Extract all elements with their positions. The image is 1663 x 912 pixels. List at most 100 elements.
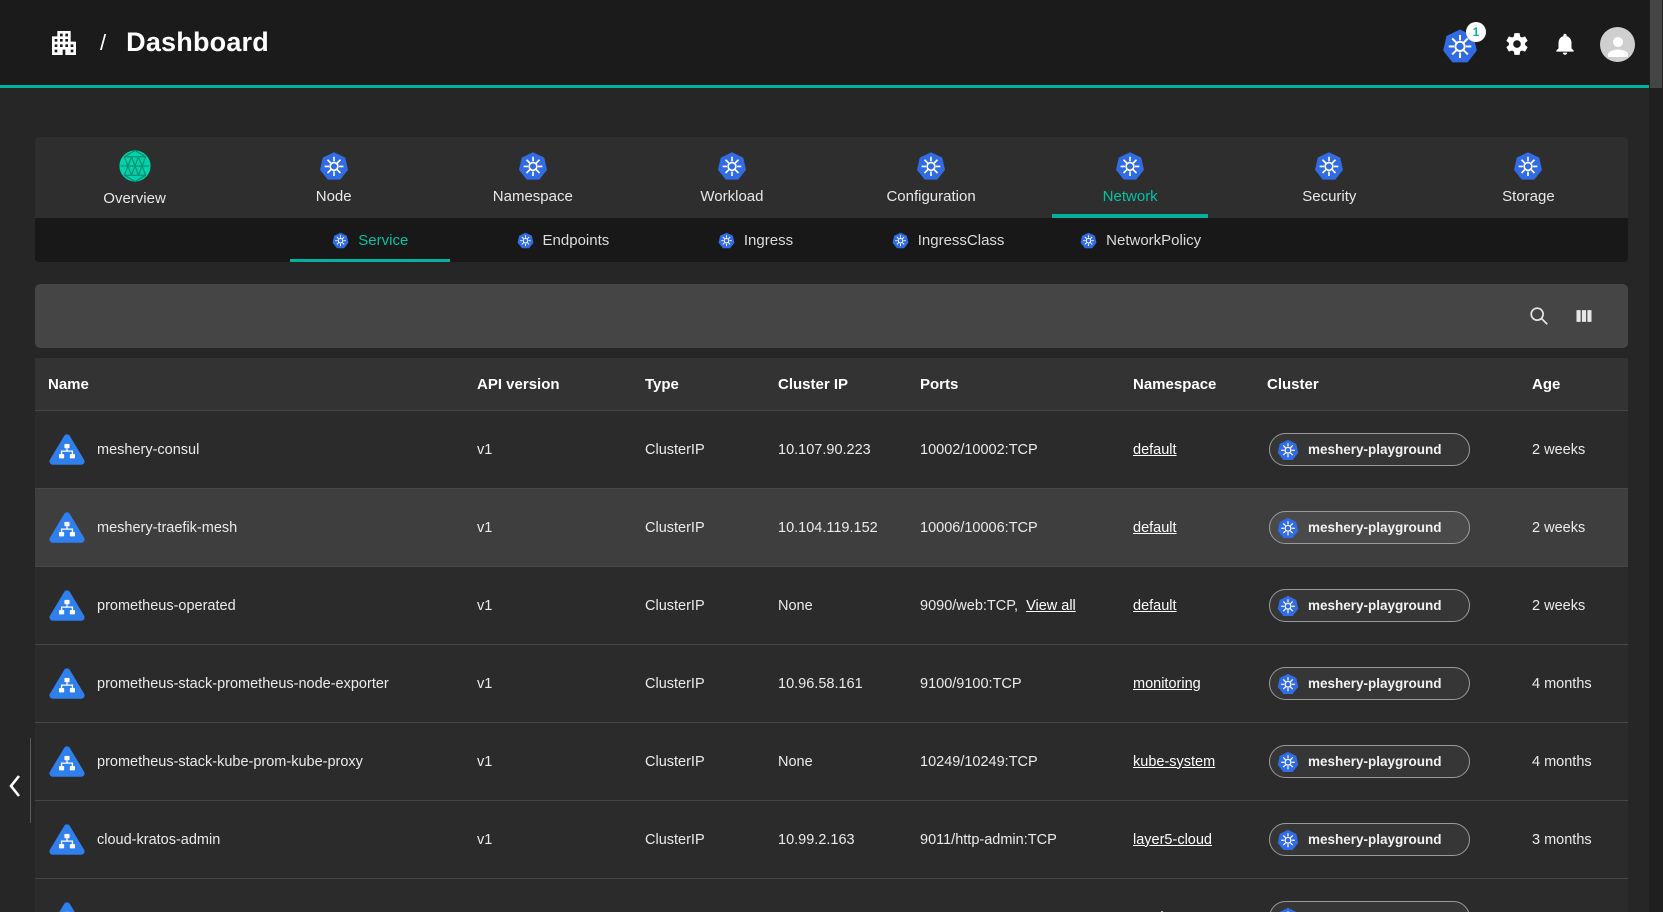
ports: 9090/web:TCP, — [920, 598, 1018, 614]
subtab-label: Ingress — [744, 232, 793, 249]
table-row[interactable]: cloud-kratos-admin v1 ClusterIP 10.99.2.… — [35, 800, 1628, 878]
kubernetes-icon — [718, 232, 735, 249]
namespace-link[interactable]: monitoring — [1133, 676, 1201, 692]
kubernetes-icon — [1277, 673, 1299, 695]
kubernetes-icon — [1277, 595, 1299, 617]
namespace-link[interactable]: default — [1133, 442, 1177, 458]
tab-label: Overview — [103, 190, 166, 207]
cluster-chip[interactable]: meshery-playground — [1269, 745, 1470, 778]
search-icon[interactable] — [1528, 305, 1550, 327]
table-row[interactable]: prometheus-stack-prometheus-node-exporte… — [35, 644, 1628, 722]
namespace-link[interactable]: layer5-cloud — [1133, 832, 1212, 848]
cluster-chip[interactable]: meshery-playground — [1269, 433, 1470, 466]
service-name: meshery-consul — [97, 442, 199, 458]
table-row[interactable]: meshery-traefik-mesh v1 ClusterIP 10.104… — [35, 488, 1628, 566]
tab-node[interactable]: Node — [234, 137, 433, 218]
cluster-ip: 10.104.119.152 — [778, 520, 920, 536]
kubernetes-icon — [1277, 829, 1299, 851]
tab-overview[interactable]: Overview — [35, 137, 234, 218]
kubernetes-icon — [319, 151, 349, 181]
view-columns-icon[interactable] — [1574, 306, 1594, 326]
ports: 10006/10006:TCP — [920, 520, 1038, 536]
tab-security[interactable]: Security — [1230, 137, 1429, 218]
table-row[interactable]: meshery — [35, 878, 1628, 912]
subtab-endpoints[interactable]: Endpoints — [467, 218, 660, 262]
drawer-divider-line — [30, 738, 31, 823]
api-version: v1 — [477, 676, 645, 692]
main-tabs: Overview Node Namespace Workload Configu… — [35, 137, 1628, 218]
cluster-chip[interactable]: meshery-playground — [1269, 667, 1470, 700]
ports: 10002/10002:TCP — [920, 442, 1038, 458]
organization-icon[interactable] — [48, 27, 80, 59]
column-header-namespace[interactable]: Namespace — [1133, 376, 1267, 393]
service-type: ClusterIP — [645, 754, 778, 770]
user-avatar[interactable] — [1600, 27, 1635, 62]
cluster-chip[interactable]: meshery-playground — [1269, 589, 1470, 622]
subtab-ingress[interactable]: Ingress — [659, 218, 852, 262]
api-version: v1 — [477, 832, 645, 848]
service-type: ClusterIP — [645, 598, 778, 614]
cluster-name: meshery-playground — [1308, 676, 1442, 691]
cluster-ip: 10.96.58.161 — [778, 676, 920, 692]
subtab-label: Service — [358, 232, 408, 249]
service-name: cloud-kratos-admin — [97, 832, 220, 848]
namespace-link[interactable]: kube-system — [1133, 754, 1215, 770]
namespace-link[interactable]: default — [1133, 598, 1177, 614]
view-all-link[interactable]: View all — [1026, 598, 1076, 614]
page-scrollbar[interactable] — [1649, 0, 1663, 912]
kubernetes-icon — [332, 232, 349, 249]
age: 4 months — [1532, 754, 1628, 770]
cluster-name: meshery-playground — [1308, 520, 1442, 535]
table-row[interactable]: prometheus-stack-kube-prom-kube-proxy v1… — [35, 722, 1628, 800]
breadcrumb: / Dashboard — [48, 27, 269, 59]
network-subtabs: Service Endpoints Ingress IngressClass N… — [35, 218, 1628, 262]
tab-network[interactable]: Network — [1031, 137, 1230, 218]
service-name: prometheus-stack-prometheus-node-exporte… — [97, 676, 389, 692]
ports: 9100/9100:TCP — [920, 676, 1022, 692]
drawer-collapse-handle[interactable] — [2, 770, 28, 802]
resource-tabs-card: Overview Node Namespace Workload Configu… — [35, 137, 1628, 262]
column-header-age[interactable]: Age — [1532, 376, 1628, 393]
cluster-ip: None — [778, 598, 920, 614]
services-table: Name API version Type Cluster IP Ports N… — [35, 358, 1628, 912]
subtab-networkpolicy[interactable]: NetworkPolicy — [1044, 218, 1237, 262]
table-row[interactable]: prometheus-operated v1 ClusterIP None 90… — [35, 566, 1628, 644]
tab-label: Storage — [1502, 188, 1555, 205]
column-header-cluster-ip[interactable]: Cluster IP — [778, 376, 920, 393]
age: 2 weeks — [1532, 520, 1628, 536]
column-header-cluster[interactable]: Cluster — [1267, 376, 1532, 393]
column-header-ports[interactable]: Ports — [920, 376, 1133, 393]
api-version: v1 — [477, 520, 645, 536]
cluster-name: meshery-playground — [1308, 598, 1442, 613]
service-icon — [48, 665, 86, 703]
kubernetes-context-button[interactable]: 1 — [1442, 24, 1482, 64]
api-version: v1 — [477, 754, 645, 770]
table-toolbar — [35, 284, 1628, 348]
service-name: prometheus-operated — [97, 598, 236, 614]
tab-workload[interactable]: Workload — [632, 137, 831, 218]
subtab-label: Endpoints — [543, 232, 610, 249]
settings-gear-icon[interactable] — [1504, 31, 1530, 57]
notifications-bell-icon[interactable] — [1552, 31, 1578, 57]
header-actions: 1 — [1442, 0, 1635, 88]
cluster-chip[interactable]: meshery-playground — [1269, 511, 1470, 544]
scrollbar-thumb[interactable] — [1650, 0, 1662, 88]
subtab-ingressclass[interactable]: IngressClass — [852, 218, 1045, 262]
cluster-chip[interactable] — [1269, 901, 1470, 912]
column-header-api-version[interactable]: API version — [477, 376, 645, 393]
service-icon — [48, 587, 86, 625]
tab-namespace[interactable]: Namespace — [433, 137, 632, 218]
namespace-link[interactable]: default — [1133, 520, 1177, 536]
subtab-service[interactable]: Service — [274, 218, 467, 262]
tab-configuration[interactable]: Configuration — [832, 137, 1031, 218]
page-title: Dashboard — [126, 27, 269, 58]
subtab-label: IngressClass — [918, 232, 1005, 249]
tab-storage[interactable]: Storage — [1429, 137, 1628, 218]
column-header-type[interactable]: Type — [645, 376, 778, 393]
cluster-chip[interactable]: meshery-playground — [1269, 823, 1470, 856]
service-icon — [48, 899, 86, 912]
column-header-name[interactable]: Name — [35, 376, 477, 393]
kubernetes-icon — [1115, 151, 1145, 181]
cluster-ip: None — [778, 754, 920, 770]
table-row[interactable]: meshery-consul v1 ClusterIP 10.107.90.22… — [35, 410, 1628, 488]
